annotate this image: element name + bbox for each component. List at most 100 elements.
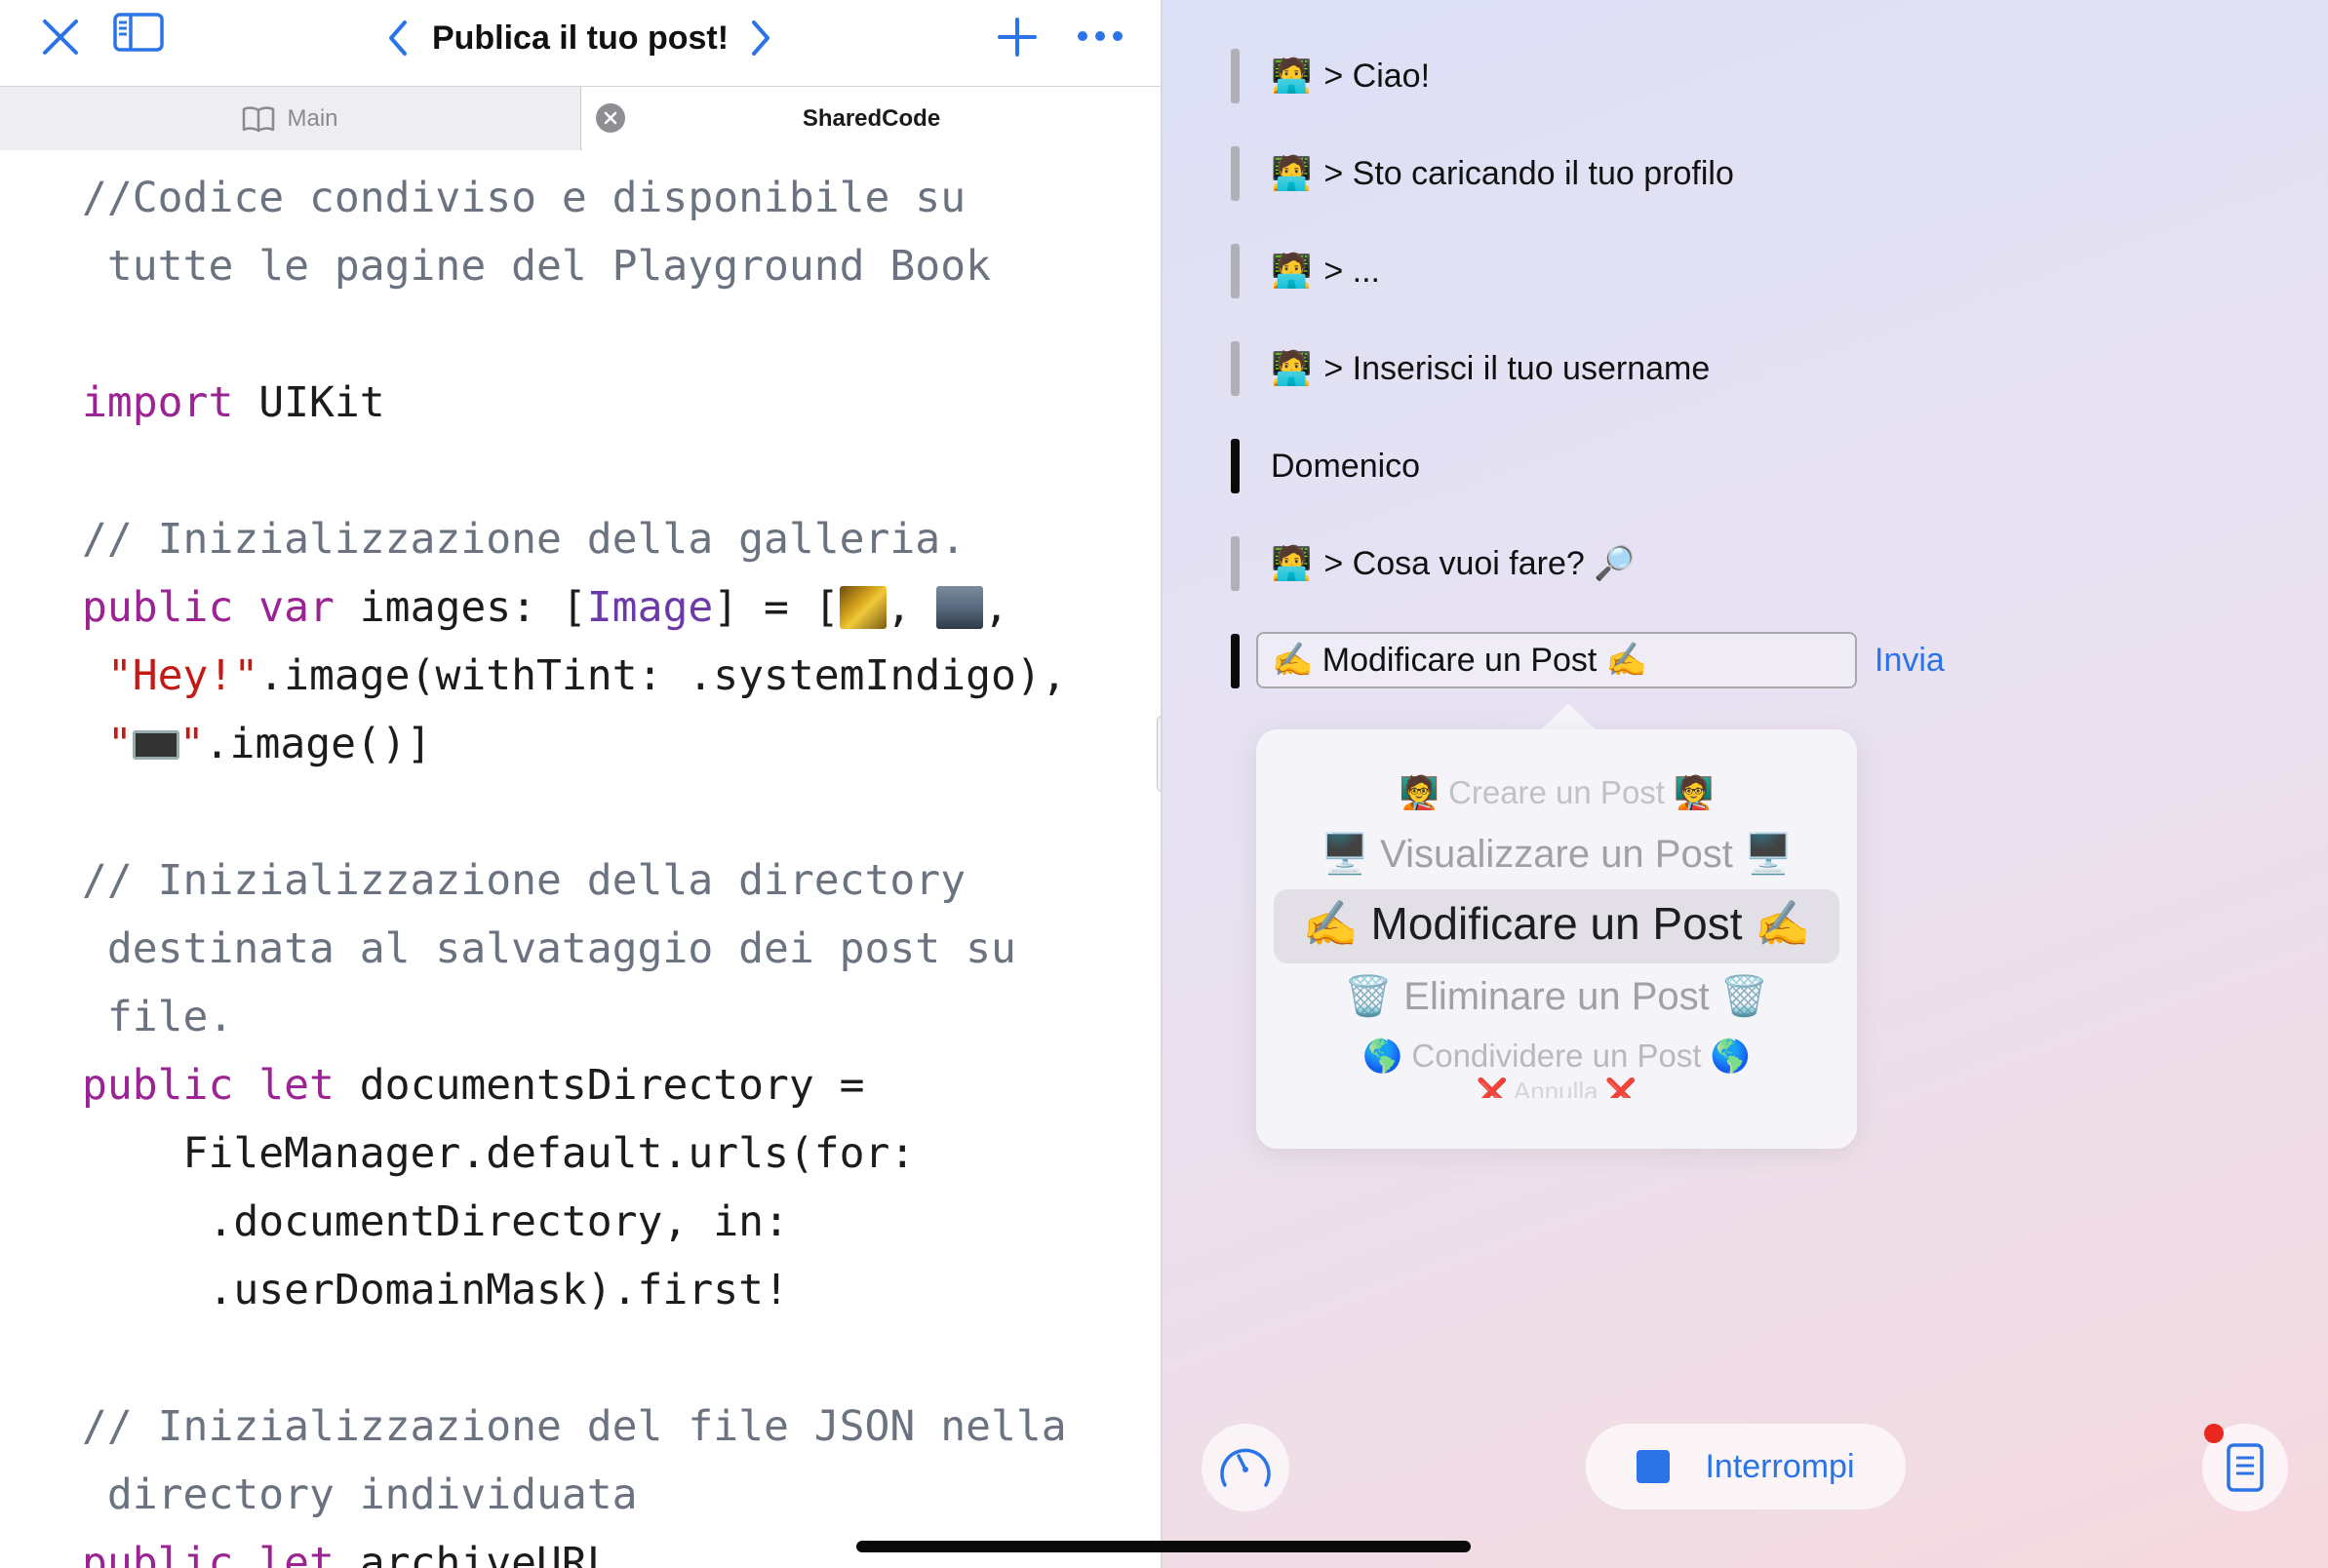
image-thumbnail — [839, 586, 887, 629]
code-line: destinata al salvataggio dei post su — [82, 915, 1155, 983]
option-picker[interactable]: 🧑‍🏫 Creare un Post 🧑‍🏫 🖥️ Visualizzare u… — [1256, 729, 1857, 1149]
tab-sharedcode[interactable]: SharedCode — [582, 87, 1161, 150]
console-message: 🧑‍💻 > ... — [1231, 244, 1380, 298]
close-tab-button[interactable] — [596, 103, 625, 133]
technologist-icon: 🧑‍💻 — [1271, 253, 1313, 290]
code-line: public var images: [Image] = [, , — [82, 573, 1155, 642]
code-token: file. — [82, 993, 234, 1041]
code-token: , — [886, 583, 937, 632]
code-token: .image()] — [204, 720, 432, 768]
user-message: Domenico — [1231, 439, 1420, 493]
input-bar — [1231, 634, 1240, 688]
picker-option-create[interactable]: 🧑‍🏫 Creare un Post 🧑‍🏫 — [1256, 774, 1857, 812]
code-line: "Hey!".image(withTint: .systemIndigo), — [82, 642, 1155, 710]
code-token: Image — [586, 583, 714, 632]
close-button[interactable] — [33, 10, 88, 64]
picker-option-edit[interactable]: ✍️ Modificare un Post ✍️ — [1256, 897, 1857, 951]
code-token: let — [258, 1061, 335, 1110]
stop-button[interactable]: Interrompi — [1586, 1424, 1906, 1509]
code-token: images: [ — [334, 583, 587, 632]
monitor-icon — [132, 730, 179, 760]
message-bar — [1231, 536, 1240, 591]
code-token: , — [983, 583, 1009, 632]
picker-option-view[interactable]: 🖥️ Visualizzare un Post 🖥️ — [1256, 831, 1857, 877]
code-token: .documentDirectory, in: — [82, 1197, 789, 1246]
code-token: UIKit — [233, 378, 385, 427]
send-button[interactable]: Invia — [1874, 642, 1945, 680]
sidebar-icon — [113, 13, 164, 52]
next-page-button[interactable] — [741, 14, 780, 62]
code-token: .userDomainMask).first! — [82, 1266, 789, 1314]
book-icon — [243, 105, 275, 132]
code-token: // Inizializzazione del file JSON nella — [82, 1402, 1067, 1451]
code-token: archiveURL — [334, 1539, 612, 1568]
answer-input[interactable]: ✍️ Modificare un Post ✍️ — [1256, 632, 1857, 688]
code-token: let — [258, 1539, 335, 1568]
code-token: .image(withTint: .systemIndigo), — [258, 651, 1067, 700]
close-icon — [43, 20, 78, 55]
technologist-icon: 🧑‍💻 — [1271, 58, 1313, 95]
code-token: "Hey!" — [106, 651, 259, 700]
chevron-left-icon — [389, 20, 407, 56]
picker-option-delete[interactable]: 🗑️ Eliminare un Post 🗑️ — [1256, 973, 1857, 1019]
code-token: // Inizializzazione della directory — [82, 856, 967, 905]
console-message: 🧑‍💻 > Cosa vuoi fare? 🔎 — [1231, 536, 1636, 591]
code-line: // Inizializzazione della directory — [82, 846, 1155, 915]
chevron-right-icon — [752, 20, 769, 56]
editor-toolbar: Publica il tuo post! — [0, 0, 1161, 86]
more-button[interactable] — [1073, 12, 1127, 60]
message-text: > Sto caricando il tuo profilo — [1323, 154, 1734, 192]
previous-page-button[interactable] — [378, 14, 417, 62]
technologist-icon: 🧑‍💻 — [1271, 350, 1313, 387]
code-token: " — [178, 720, 205, 768]
message-bar — [1231, 49, 1240, 103]
code-token: documentsDirectory = — [334, 1061, 865, 1110]
code-token: import — [82, 378, 234, 427]
message-bar — [1231, 341, 1240, 396]
code-token: public — [82, 1539, 234, 1568]
stop-icon — [1637, 1450, 1671, 1483]
sidebar-button[interactable] — [111, 8, 166, 57]
code-line: //Codice condiviso e disponibile su — [82, 164, 1155, 232]
close-icon — [604, 111, 617, 125]
code-line: " ".image()] — [82, 710, 1155, 778]
speed-button[interactable] — [1202, 1424, 1289, 1511]
add-button[interactable] — [991, 10, 1044, 64]
home-indicator[interactable] — [856, 1541, 1471, 1552]
message-text: > ... — [1323, 252, 1380, 290]
page-title: Publica il tuo post! — [431, 20, 730, 57]
tab-main-label: Main — [287, 104, 338, 132]
plus-icon — [998, 18, 1037, 57]
notification-dot — [2204, 1424, 2224, 1443]
code-line: // Inizializzazione del file JSON nella — [82, 1392, 1155, 1461]
message-text: Domenico — [1271, 447, 1421, 485]
tab-main[interactable]: Main — [0, 87, 581, 150]
picker-option-share[interactable]: 🌎 Condividere un Post 🌎 — [1256, 1038, 1857, 1076]
code-line: public let documentsDirectory = — [82, 1051, 1155, 1119]
code-editor[interactable]: //Codice condiviso e disponibile su tutt… — [82, 164, 1155, 1568]
picker-option-cancel[interactable]: ❌ Annulla ❌ — [1256, 1077, 1857, 1098]
code-token: " — [106, 720, 133, 768]
code-line: // Inizializzazione della galleria. — [82, 505, 1155, 573]
technologist-icon: 🧑‍💻 — [1271, 545, 1313, 582]
tab-sharedcode-label: SharedCode — [802, 104, 941, 132]
code-token: tutte le pagine del Playground Book — [82, 242, 991, 291]
code-token: //Codice condiviso e disponibile su — [82, 174, 967, 222]
image-thumbnail — [936, 586, 984, 629]
picker-arrow — [1539, 704, 1598, 731]
code-token: ] = [ — [713, 583, 840, 632]
code-line: file. — [82, 983, 1155, 1051]
code-line: import UIKit — [82, 369, 1155, 437]
message-bar — [1231, 439, 1240, 493]
code-line: directory individuata — [82, 1461, 1155, 1529]
code-line: .documentDirectory, in: — [82, 1188, 1155, 1256]
log-icon — [2227, 1443, 2264, 1492]
